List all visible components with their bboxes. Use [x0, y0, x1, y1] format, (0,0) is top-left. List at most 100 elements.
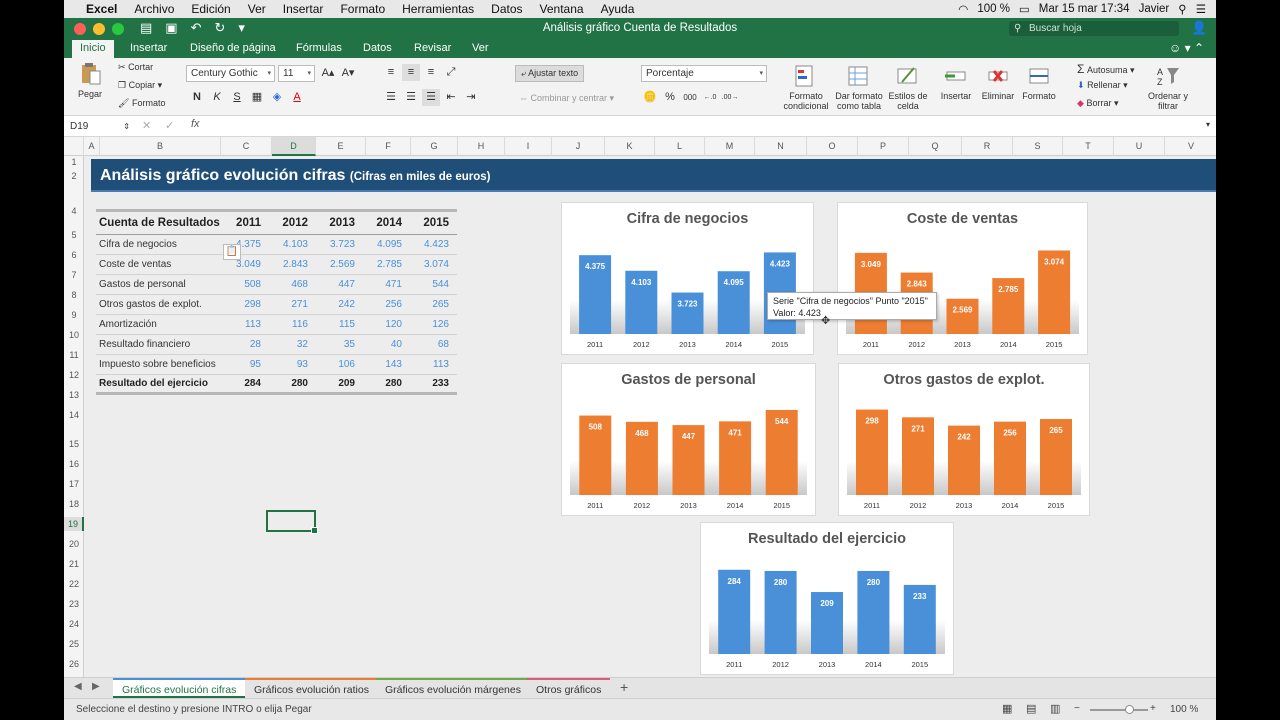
cell-value[interactable]: 2012 [267, 217, 314, 229]
column-header-n[interactable]: N [755, 137, 807, 156]
clock-label[interactable]: Mar 15 mar 17:34 [1039, 3, 1130, 15]
chart-otros-gastos[interactable]: Otros gastos de explot. 298 2011 271 2012 242… [838, 363, 1090, 516]
font-color-icon[interactable]: A [288, 89, 306, 106]
sheet-tab-cifras[interactable]: Gráficos evolución cifras [113, 678, 246, 698]
cell-value[interactable]: 265 [408, 299, 455, 310]
cell-value[interactable]: 209 [314, 378, 361, 389]
cell-value[interactable]: 116 [267, 319, 314, 330]
bold-button[interactable]: N [188, 89, 206, 106]
cell-value[interactable]: 284 [220, 378, 267, 389]
cell-value[interactable]: 242 [314, 299, 361, 310]
cell-value[interactable]: 447 [314, 279, 361, 290]
cell-value[interactable]: 2014 [361, 217, 408, 229]
tab-ver[interactable]: Ver [472, 42, 489, 54]
cell-value[interactable]: 93 [267, 359, 314, 370]
paste-button[interactable]: Pegar [72, 62, 108, 99]
column-header-j[interactable]: J [552, 137, 605, 156]
delete-cells-button[interactable]: Eliminar [978, 64, 1018, 101]
tab-insertar[interactable]: Insertar [130, 42, 167, 54]
cell-value[interactable]: 68 [408, 339, 455, 350]
increase-decimal-icon[interactable]: ←.0 [701, 89, 719, 106]
zoom-in-icon[interactable]: + [1150, 703, 1156, 714]
row-header-17[interactable]: 17 [64, 477, 84, 491]
row-header-24[interactable]: 24 [64, 617, 84, 631]
cell-value[interactable]: 143 [361, 359, 408, 370]
increase-font-button[interactable]: A▴ [319, 65, 337, 82]
cell-value[interactable]: 2013 [314, 217, 361, 229]
menu-ayuda[interactable]: Ayuda [601, 2, 635, 16]
cell-value[interactable]: 2.785 [361, 259, 408, 270]
column-header-f[interactable]: F [366, 137, 411, 156]
fill-button[interactable]: ⬇ Rellenar ▾ [1077, 80, 1128, 91]
row-header-19[interactable]: 19 [64, 517, 84, 531]
column-header-u[interactable]: U [1114, 137, 1165, 156]
cell-value[interactable]: 2.569 [314, 259, 361, 270]
add-user-icon[interactable]: 👤 [1191, 20, 1207, 36]
menu-ventana[interactable]: Ventana [540, 2, 584, 16]
tab-revisar[interactable]: Revisar [414, 42, 451, 54]
cell-value[interactable]: 113 [220, 319, 267, 330]
format-painter-button[interactable]: 🖌 Formato [118, 98, 165, 109]
decrease-font-button[interactable]: A▾ [339, 65, 357, 82]
row-header-22[interactable]: 22 [64, 577, 84, 591]
row-header-25[interactable]: 25 [64, 637, 84, 651]
cell-value[interactable]: 4.095 [361, 239, 408, 250]
column-header-c[interactable]: C [221, 137, 272, 156]
column-header-g[interactable]: G [411, 137, 458, 156]
row-header-20[interactable]: 20 [64, 537, 84, 551]
cell-value[interactable]: 233 [408, 378, 455, 389]
worksheet[interactable]: ABCDEFGHIJKLMNOPQRSTUV 1 2 4 5 6 7 8 9 10 11 12 13 1… [64, 137, 1216, 677]
formula-input[interactable] [214, 118, 1194, 134]
insert-cells-button[interactable]: Insertar [936, 64, 976, 101]
row-header-2[interactable]: 2 [64, 169, 84, 183]
sheet-tab-otros[interactable]: Otros gráficos [527, 678, 611, 698]
thousands-button[interactable]: 000 [681, 89, 699, 106]
copy-button[interactable]: ❐ Copiar ▾ [118, 80, 162, 91]
font-name-select[interactable]: Century Gothic ▾ [186, 65, 275, 82]
chart-coste-ventas[interactable]: Coste de ventas 3.049 2011 2.843 2012 2.569 20… [837, 202, 1088, 355]
column-header-e[interactable]: E [316, 137, 366, 156]
fill-color-icon[interactable]: ◈ [268, 89, 286, 106]
selected-cell-d19[interactable] [266, 510, 318, 534]
column-header-q[interactable]: Q [909, 137, 962, 156]
column-header-l[interactable]: L [655, 137, 705, 156]
column-header-t[interactable]: T [1063, 137, 1114, 156]
row-label[interactable]: Resultado del ejercicio [96, 378, 220, 389]
column-header-v[interactable]: V [1165, 137, 1216, 156]
cell-value[interactable]: 3.049 [220, 259, 267, 270]
sheet-tab-ratios[interactable]: Gráficos evolución ratios [245, 678, 378, 698]
clear-button[interactable]: ◆ Borrar ▾ [1077, 98, 1118, 109]
sort-filter-button[interactable]: A Z Ordenar y filtrar [1147, 64, 1189, 111]
cell-value[interactable]: 256 [361, 299, 408, 310]
zoom-level[interactable]: 100 % [1170, 704, 1198, 715]
zoom-out-icon[interactable]: − [1074, 703, 1080, 714]
row-header-13[interactable]: 13 [64, 388, 84, 402]
cell-value[interactable]: 95 [220, 359, 267, 370]
page-break-icon[interactable]: ▥ [1050, 702, 1060, 715]
select-all-corner[interactable] [64, 137, 84, 156]
battery-label[interactable]: 100 % [977, 3, 1010, 15]
wifi-icon[interactable]: ◠ [958, 2, 968, 16]
accounting-format-icon[interactable]: 🪙 [641, 89, 659, 106]
wrap-text-button[interactable]: ⤶ Ajustar texto [515, 65, 585, 82]
cell-styles-button[interactable]: Estilos de celda [887, 64, 929, 111]
align-left-icon[interactable]: ☰ [382, 89, 400, 106]
decrease-indent-icon[interactable]: ⇤ [442, 89, 460, 106]
conditional-format-button[interactable]: Formato condicional [781, 64, 831, 111]
number-format-select[interactable]: Porcentaje ▾ [641, 65, 767, 82]
column-header-o[interactable]: O [807, 137, 858, 156]
italic-button[interactable]: K [208, 89, 226, 106]
sheet-search-input[interactable]: ⚲ Buscar hoja [1009, 21, 1179, 36]
chart-cifra-negocios[interactable]: Cifra de negocios 4.375 2011 4.103 2012 3.723… [561, 202, 814, 355]
cell-value[interactable]: 3.723 [314, 239, 361, 250]
menu-app[interactable]: Excel [86, 2, 117, 16]
align-bottom-icon[interactable]: ≡ [422, 64, 440, 81]
font-size-select[interactable]: 11 ▾ [278, 65, 315, 82]
cell-value[interactable]: 113 [408, 359, 455, 370]
cell-value[interactable]: 544 [408, 279, 455, 290]
tab-diseno[interactable]: Diseño de página [190, 42, 276, 54]
merge-center-button[interactable]: ⇔ Combinar y centrar ▾ [519, 93, 614, 104]
row-header-7[interactable]: 7 [64, 268, 84, 282]
notification-icon[interactable]: ☰ [1196, 2, 1206, 16]
cell-value[interactable]: 28 [220, 339, 267, 350]
